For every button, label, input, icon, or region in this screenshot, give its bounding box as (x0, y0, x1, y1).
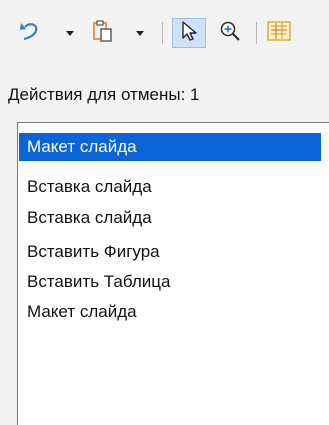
select-button[interactable] (172, 18, 206, 48)
paste-dropdown-button[interactable] (134, 18, 146, 48)
chevron-down-icon (66, 30, 74, 36)
clip-art-button[interactable] (264, 18, 294, 48)
undo-dropdown-panel: Действия для отмены: 1 Макет слайда Вста… (0, 0, 329, 425)
zoom-button[interactable] (214, 18, 246, 48)
undo-actions-label: Действия для отмены: 1 (8, 85, 200, 104)
undo-actions-list[interactable]: Макет слайда Вставка слайда Вставка слай… (17, 122, 329, 425)
undo-button[interactable] (14, 18, 46, 48)
list-item[interactable]: Вставить Таблица (19, 268, 321, 296)
list-item[interactable]: Вставка слайда (19, 204, 321, 232)
toolbar-separator (256, 22, 257, 44)
toolbar (0, 0, 329, 58)
list-item[interactable]: Макет слайда (19, 133, 321, 161)
toolbar-separator (162, 22, 163, 44)
undo-icon (19, 20, 41, 47)
paste-button[interactable] (86, 18, 120, 48)
select-cursor-icon (179, 20, 199, 47)
paste-icon (91, 19, 115, 48)
list-item[interactable]: Макет слайда (19, 298, 321, 326)
chevron-down-icon (136, 30, 144, 36)
list-item[interactable]: Вставить Фигура (19, 238, 321, 266)
list-item[interactable]: Вставка слайда (19, 173, 321, 201)
clip-art-icon (267, 20, 291, 47)
undo-dropdown-button[interactable] (64, 18, 76, 48)
zoom-in-icon (219, 20, 241, 47)
